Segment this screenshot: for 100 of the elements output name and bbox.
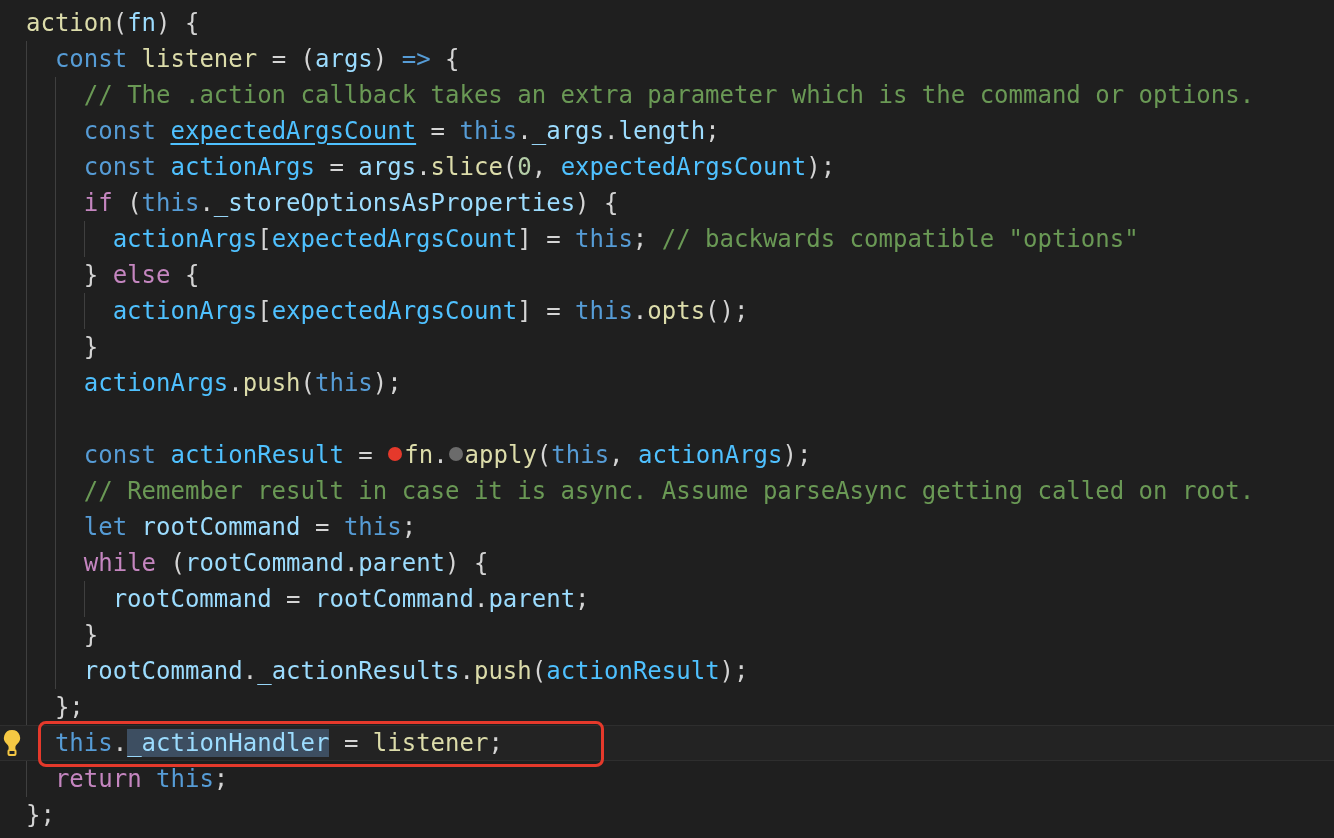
code-punctuation: . — [473, 585, 489, 613]
code-punctuation: ) { — [445, 549, 489, 577]
code-identifier: expectedArgsCount — [560, 153, 807, 181]
code-punctuation: . — [112, 729, 128, 757]
code-punctuation: = — [313, 513, 331, 541]
code-keyword: else — [112, 261, 171, 289]
code-punctuation: ( — [126, 189, 142, 217]
code-punctuation: , — [609, 441, 625, 469]
code-identifier: actionArgs — [83, 369, 229, 397]
code-punctuation: ] = — [517, 297, 562, 325]
code-number: 0 — [517, 153, 532, 181]
code-function-name: apply — [464, 441, 537, 469]
code-punctuation: = — [357, 441, 374, 469]
code-identifier: actionArgs — [112, 297, 258, 325]
code-identifier: expectedArgsCount — [271, 225, 518, 253]
code-identifier: rootCommand — [112, 585, 272, 613]
code-function-name: listener — [372, 729, 489, 757]
code-identifier: rootCommand — [315, 585, 474, 613]
code-punctuation: . — [632, 297, 648, 325]
code-identifier: parent — [358, 549, 446, 577]
code-keyword: this — [575, 225, 633, 253]
code-identifier: expectedArgsCount — [170, 117, 417, 145]
code-identifier: actionArgs — [638, 441, 783, 469]
code-punctuation: ); — [372, 369, 402, 397]
code-punctuation: ; — [401, 513, 417, 541]
code-punctuation: . — [517, 117, 532, 145]
code-identifier: args — [315, 45, 373, 73]
code-keyword: this — [575, 297, 633, 325]
code-punctuation: ( — [536, 441, 552, 469]
code-identifier: actionResult — [170, 441, 344, 469]
code-identifier: length — [618, 117, 706, 145]
code-function-name: slice — [430, 153, 503, 181]
code-keyword: this — [459, 117, 518, 145]
code-comment: // Remember result in case it is async. Assume parseAsync getting called on root. — [83, 477, 1255, 505]
code-punctuation: ); — [719, 657, 749, 685]
code-identifier: _storeOptionsAsProperties — [213, 189, 576, 217]
code-punctuation: } — [83, 621, 99, 649]
code-punctuation: }; — [26, 801, 55, 829]
breakpoint-dot[interactable] — [388, 447, 403, 461]
code-keyword: this — [156, 765, 214, 793]
code-punctuation: = — [429, 117, 447, 145]
code-punctuation: } — [83, 261, 100, 289]
code-punctuation: ( — [300, 369, 315, 397]
code-keyword: this — [315, 369, 373, 397]
code-function-name: listener — [141, 45, 258, 73]
code-punctuation: ( — [169, 549, 185, 577]
code-punctuation: . — [604, 117, 619, 145]
code-punctuation: { — [183, 261, 200, 289]
code-punctuation: = ( — [270, 45, 315, 73]
code-identifier: args — [358, 153, 417, 181]
lightbulb-icon[interactable] — [1, 729, 22, 756]
code-function-name: opts — [647, 297, 706, 325]
code-comment: // backwards compatible "options" — [661, 225, 1139, 253]
code-punctuation: ; — [488, 729, 503, 757]
code-function-name: push — [473, 657, 532, 685]
code-identifier: actionArgs — [112, 225, 258, 253]
code-punctuation: ; — [632, 225, 649, 253]
code-keyword: const — [54, 45, 129, 73]
code-identifier: _args — [531, 117, 604, 145]
code-function-name: action — [26, 9, 113, 37]
code-punctuation: . — [433, 441, 448, 469]
code-punctuation: ) { — [575, 189, 619, 217]
selected-text: _actionHandler — [127, 729, 330, 757]
code-identifier: parent — [488, 585, 576, 613]
code-punctuation: = — [342, 729, 360, 757]
code-punctuation: ] = — [517, 225, 562, 253]
code-keyword: this — [343, 513, 402, 541]
code-keyword: const — [83, 441, 158, 469]
code-keyword: => — [401, 45, 431, 73]
code-punctuation: [ — [257, 297, 272, 325]
code-punctuation: ) — [372, 45, 389, 73]
code-punctuation: . — [416, 153, 431, 181]
code-punctuation: (); — [705, 297, 749, 325]
code-punctuation: . — [228, 369, 243, 397]
code-punctuation: = — [328, 153, 345, 181]
code-keyword: this — [141, 189, 200, 217]
code-keyword: this — [551, 441, 610, 469]
code-function-name: fn — [404, 441, 434, 469]
code-punctuation: = — [285, 585, 302, 613]
code-keyword: while — [83, 549, 157, 577]
code-punctuation: ; — [705, 117, 720, 145]
code-keyword: if — [83, 189, 113, 217]
code-punctuation: }; — [54, 693, 84, 721]
code-identifier: actionArgs — [170, 153, 315, 181]
code-identifier: rootCommand — [83, 657, 243, 685]
breakpoint-dot[interactable] — [448, 447, 463, 461]
code-punctuation: } — [83, 333, 99, 361]
code-identifier: fn — [127, 9, 157, 37]
code-punctuation: ; — [213, 765, 229, 793]
code-keyword: return — [54, 765, 143, 793]
code-punctuation: . — [343, 549, 359, 577]
code-punctuation: ( — [112, 9, 128, 37]
code-keyword: const — [83, 117, 158, 145]
code-punctuation: ); — [806, 153, 836, 181]
code-comment: // The .action callback takes an extra parameter which is the command or options. — [83, 81, 1255, 109]
code-function-name: push — [242, 369, 301, 397]
code-punctuation: . — [459, 657, 474, 685]
code-punctuation: { — [444, 45, 460, 73]
code-identifier: expectedArgsCount — [271, 297, 518, 325]
code-punctuation: . — [199, 189, 214, 217]
